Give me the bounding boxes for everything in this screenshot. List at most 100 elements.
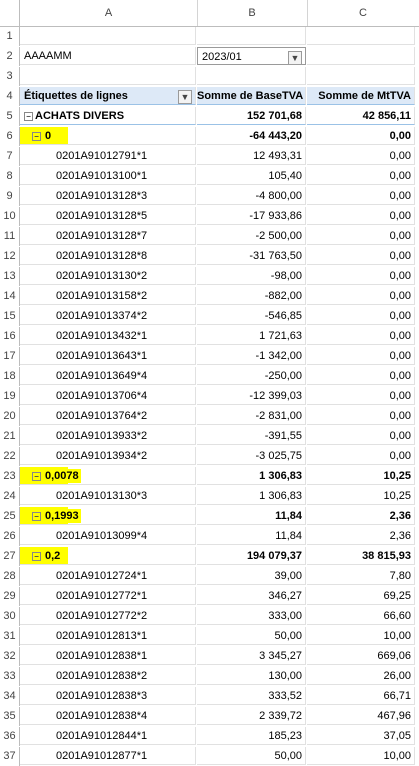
cell-a[interactable]: 0201A91013128*8	[20, 247, 196, 265]
cell-a[interactable]: 0201A91013432*1	[20, 327, 196, 345]
cell-b[interactable]: -546,85	[197, 307, 306, 325]
cell-a[interactable]: 0201A91012844*1	[20, 727, 196, 745]
cell-a[interactable]: 0201A91013649*4	[20, 367, 196, 385]
cell-c[interactable]: 2,36	[307, 507, 415, 525]
cell-c[interactable]: 0,00	[307, 247, 415, 265]
row-number[interactable]: 37	[0, 747, 20, 766]
cell-b[interactable]: -882,00	[197, 287, 306, 305]
cell-c[interactable]: 66,71	[307, 687, 415, 705]
row-number[interactable]: 11	[0, 227, 20, 246]
cell-c[interactable]: 69,25	[307, 587, 415, 605]
row-number[interactable]: 27	[0, 547, 20, 566]
row-number[interactable]: 1	[0, 27, 20, 46]
cell-b[interactable]: 50,00	[197, 627, 306, 645]
cell-b[interactable]: -2 500,00	[197, 227, 306, 245]
cell-c[interactable]: 0,00	[307, 407, 415, 425]
cell-b[interactable]: 1 306,83	[197, 467, 306, 485]
cell-b[interactable]: 194 079,37	[197, 547, 306, 565]
row-number[interactable]: 35	[0, 707, 20, 726]
cell-a[interactable]: − ACHATS DIVERS	[20, 107, 196, 125]
row-number[interactable]: 33	[0, 667, 20, 686]
cell-a[interactable]: 0201A91012772*1	[20, 587, 196, 605]
cell-a[interactable]: 0201A91012724*1	[20, 567, 196, 585]
cell-b[interactable]: 1 306,83	[197, 487, 306, 505]
row-number[interactable]: 8	[0, 167, 20, 186]
cell-a[interactable]: 0201A91012838*1	[20, 647, 196, 665]
row-number[interactable]: 5	[0, 107, 20, 126]
row-number[interactable]: 9	[0, 187, 20, 206]
cell-c[interactable]: 0,00	[307, 387, 415, 405]
cell-c[interactable]: 0,00	[307, 167, 415, 185]
row-number[interactable]: 3	[0, 67, 20, 86]
cell-c[interactable]: 0,00	[307, 267, 415, 285]
row-number[interactable]: 30	[0, 607, 20, 626]
cell-c[interactable]	[307, 47, 415, 65]
row-number[interactable]: 12	[0, 247, 20, 266]
cell-c[interactable]: 0,00	[307, 327, 415, 345]
cell-a[interactable]: 0201A91013130*2	[20, 267, 196, 285]
cell-a[interactable]: 0201A91012791*1	[20, 147, 196, 165]
cell-a[interactable]: 0201A91012813*1	[20, 627, 196, 645]
cell-c[interactable]: 10,25	[307, 467, 415, 485]
cell-b[interactable]: -4 800,00	[197, 187, 306, 205]
cell-c[interactable]: 0,00	[307, 287, 415, 305]
cell-b[interactable]: -17 933,86	[197, 207, 306, 225]
cell-c[interactable]: 0,00	[307, 347, 415, 365]
cell-b[interactable]: 39,00	[197, 567, 306, 585]
collapse-icon[interactable]: −	[32, 511, 41, 521]
cell-c[interactable]: 669,06	[307, 647, 415, 665]
cell-a[interactable]: 0201A91013374*2	[20, 307, 196, 325]
cell-b[interactable]: 152 701,68	[197, 107, 306, 125]
cell-a[interactable]: 0201A91013128*7	[20, 227, 196, 245]
cell-a[interactable]: AAAAMM	[20, 47, 196, 65]
select-all-corner[interactable]	[0, 0, 20, 26]
row-number[interactable]: 15	[0, 307, 20, 326]
row-number[interactable]: 28	[0, 567, 20, 586]
cell-c[interactable]: 0,00	[307, 187, 415, 205]
cell-b[interactable]: 2 339,72	[197, 707, 306, 725]
cell-b[interactable]: 3 345,27	[197, 647, 306, 665]
cell-c[interactable]: 0,00	[307, 447, 415, 465]
row-number[interactable]: 32	[0, 647, 20, 666]
cell-c[interactable]: 37,05	[307, 727, 415, 745]
column-header-a[interactable]: A	[20, 0, 198, 26]
cell-c[interactable]: 0,00	[307, 127, 415, 145]
filter-cell[interactable]: 2023/01 ▼	[197, 47, 306, 65]
row-number[interactable]: 17	[0, 347, 20, 366]
cell-b[interactable]: -3 025,75	[197, 447, 306, 465]
cell-a[interactable]: −0,1993	[20, 507, 196, 525]
cell-c[interactable]: 467,96	[307, 707, 415, 725]
row-number[interactable]: 25	[0, 507, 20, 526]
cell-c[interactable]: 0,00	[307, 147, 415, 165]
cell-a[interactable]: 0201A91013706*4	[20, 387, 196, 405]
cell-c[interactable]: 0,00	[307, 227, 415, 245]
row-number[interactable]: 31	[0, 627, 20, 646]
row-number[interactable]: 19	[0, 387, 20, 406]
cell-b[interactable]	[197, 27, 306, 45]
cell-c[interactable]: 0,00	[307, 207, 415, 225]
cell-a[interactable]: 0201A91013934*2	[20, 447, 196, 465]
cell-b[interactable]: 12 493,31	[197, 147, 306, 165]
cell-b[interactable]: 346,27	[197, 587, 306, 605]
row-number[interactable]: 21	[0, 427, 20, 446]
cell-b[interactable]: Somme de BaseTVA	[197, 87, 306, 105]
cell-c[interactable]: 66,60	[307, 607, 415, 625]
cell-b[interactable]	[197, 67, 306, 85]
cell-b[interactable]: 333,00	[197, 607, 306, 625]
cell-b[interactable]: -250,00	[197, 367, 306, 385]
cell-b[interactable]: 1 721,63	[197, 327, 306, 345]
cell-c[interactable]: 26,00	[307, 667, 415, 685]
collapse-icon[interactable]: −	[32, 551, 41, 561]
cell-a[interactable]: −0,2	[20, 547, 196, 565]
cell-c[interactable]: 10,00	[307, 627, 415, 645]
cell-c[interactable]: 0,00	[307, 367, 415, 385]
cell-c[interactable]	[307, 67, 415, 85]
row-labels-filter-icon[interactable]: ▼	[178, 90, 192, 104]
collapse-icon[interactable]: −	[24, 111, 33, 121]
cell-a[interactable]: 0201A91012838*2	[20, 667, 196, 685]
collapse-icon[interactable]: −	[32, 131, 41, 141]
cell-a[interactable]: 0201A91013128*3	[20, 187, 196, 205]
cell-b[interactable]: -2 831,00	[197, 407, 306, 425]
cell-a[interactable]	[20, 27, 196, 45]
cell-b[interactable]: 333,52	[197, 687, 306, 705]
